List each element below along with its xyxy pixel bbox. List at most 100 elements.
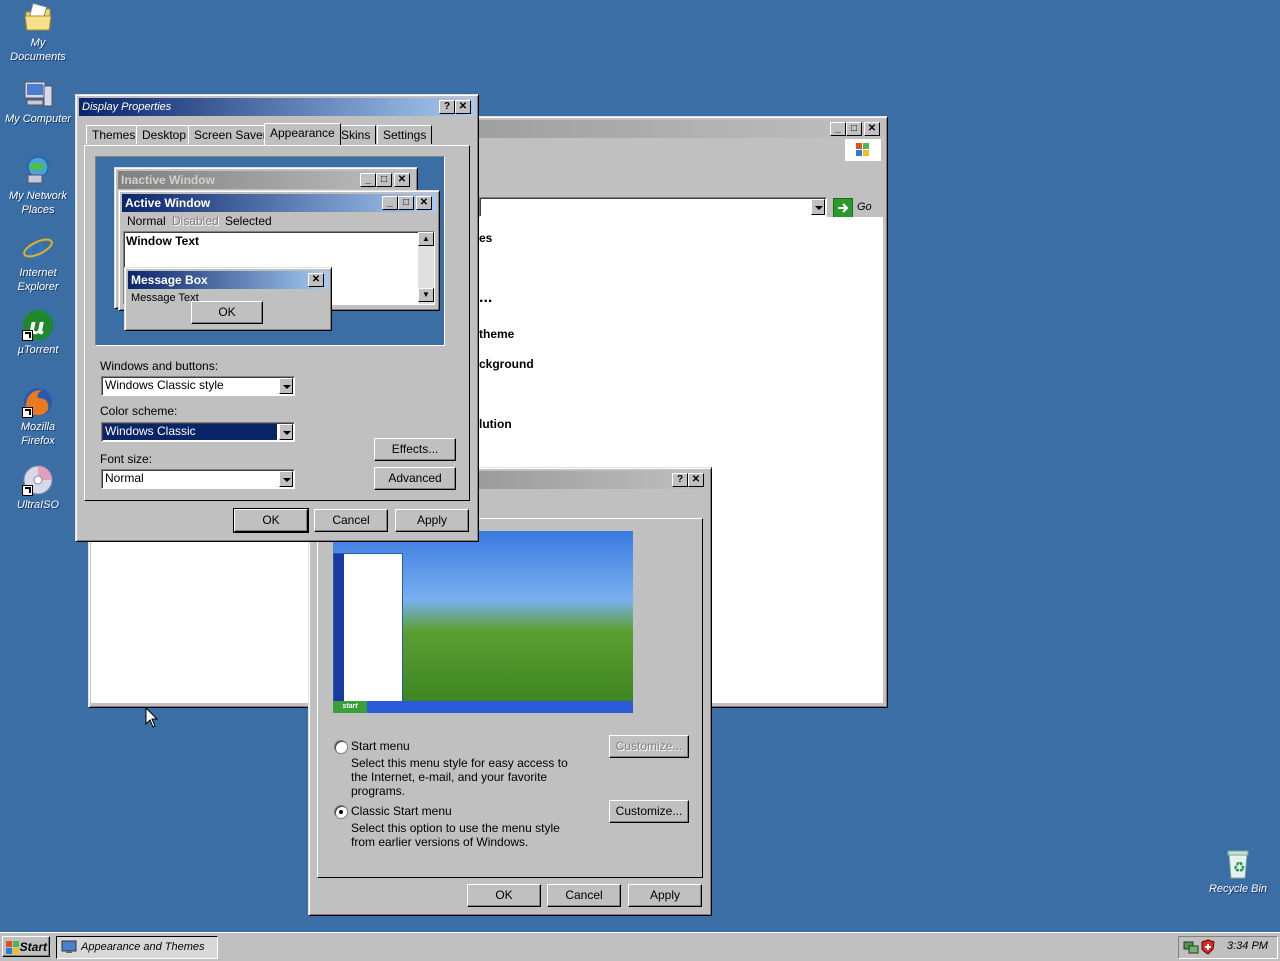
preview-scrollbar: ▲ ▼ <box>418 232 434 304</box>
preview-menu-disabled: Disabled <box>172 214 219 228</box>
close-button[interactable]: ✕ <box>688 473 704 487</box>
tab-appearance[interactable]: Appearance <box>264 123 341 145</box>
tab-strip: Themes Desktop Screen Saver Appearance S… <box>86 123 466 145</box>
preview-menu-sidebar <box>334 554 344 702</box>
recycle-bin-icon: ♻ <box>1222 848 1254 880</box>
task-link[interactable]: es <box>479 231 492 245</box>
internet-explorer-icon: e <box>22 232 54 267</box>
cancel-button[interactable]: Cancel <box>547 884 621 907</box>
maximize-button[interactable]: □ <box>846 122 862 136</box>
preview-message-box-titlebar: Message Box ✕ <box>128 271 328 289</box>
close-icon: ✕ <box>308 273 324 287</box>
help-button[interactable]: ? <box>439 100 455 114</box>
appearance-preview: Inactive Window _ □ ✕ Active Window _ □ … <box>95 156 445 346</box>
desktop-icon-recycle-bin[interactable]: ♻ Recycle Bin <box>1200 848 1276 896</box>
desktop-icon-firefox[interactable]: Mozilla Firefox <box>0 386 76 448</box>
preview-inactive-titlebar: Inactive Window _ □ ✕ <box>118 171 414 189</box>
go-label[interactable]: Go <box>857 201 872 213</box>
shortcut-arrow-icon <box>22 330 33 341</box>
desktop-icon-my-documents[interactable]: My Documents <box>0 2 76 64</box>
firefox-icon <box>22 386 54 418</box>
start-button[interactable]: Start <box>2 936 50 957</box>
preview-ok-button: OK <box>191 301 263 324</box>
classic-start-menu-radio[interactable] <box>334 805 348 819</box>
radio-dot <box>339 810 343 814</box>
effects-button[interactable]: Effects... <box>374 438 456 461</box>
apply-button[interactable]: Apply <box>395 509 469 532</box>
desktop-icon-ultraiso[interactable]: UltraISO <box>0 464 76 512</box>
font-size-value: Normal <box>105 471 144 485</box>
close-icon: ✕ <box>416 196 432 210</box>
go-arrow-icon[interactable] <box>833 198 853 218</box>
desktop-icon-my-computer[interactable]: My Computer <box>0 78 76 126</box>
advanced-button[interactable]: Advanced <box>374 467 456 490</box>
task-link[interactable]: lution <box>479 417 512 431</box>
chevron-down-icon[interactable] <box>279 471 293 487</box>
desktop-icon-label: My Computer <box>4 113 72 125</box>
section-heading: ... <box>479 289 493 306</box>
desktop-icon-label: Recycle Bin <box>1208 883 1268 895</box>
task-link[interactable]: ckground <box>479 357 534 371</box>
start-menu-tab-page: start Start menu Select this menu style … <box>317 518 703 878</box>
scroll-up-icon: ▲ <box>418 232 434 246</box>
chevron-down-icon[interactable] <box>811 199 825 215</box>
desktop-icon-my-network[interactable]: My Network Places <box>0 155 76 217</box>
taskbar-task-appearance[interactable]: Appearance and Themes <box>56 936 218 959</box>
windows-logo-area <box>845 139 881 161</box>
maximize-icon: □ <box>398 196 414 210</box>
shortcut-arrow-icon <box>22 407 33 418</box>
address-combo[interactable] <box>479 197 827 217</box>
mouse-cursor-icon <box>145 707 159 728</box>
ok-button[interactable]: OK <box>233 508 309 533</box>
customize-start-menu-button[interactable]: Customize... <box>609 735 689 758</box>
task-label: Appearance and Themes <box>81 941 205 953</box>
close-button[interactable]: ✕ <box>455 100 471 114</box>
classic-start-menu-label[interactable]: Classic Start menu <box>351 804 452 818</box>
security-shield-icon[interactable] <box>1201 939 1215 955</box>
minimize-button[interactable]: _ <box>830 122 846 136</box>
windows-flag-icon <box>856 143 869 156</box>
windows-buttons-value: Windows Classic style <box>105 378 224 392</box>
windows-buttons-select[interactable]: Windows Classic style <box>101 376 295 396</box>
preview-start-menu-panel <box>333 553 403 703</box>
start-menu-label[interactable]: Start menu <box>351 739 410 753</box>
chevron-down-icon[interactable] <box>279 378 293 394</box>
preview-window-text: Window Text <box>126 234 199 248</box>
folder-icon <box>22 2 54 34</box>
close-button[interactable]: ✕ <box>864 122 880 136</box>
start-menu-radio[interactable] <box>334 740 348 754</box>
network-tray-icon[interactable] <box>1183 940 1199 954</box>
disc-icon <box>22 464 54 496</box>
desktop-icon-label: µTorrent <box>17 344 59 356</box>
utorrent-icon: µ <box>22 309 54 341</box>
tab-skins[interactable]: Skins <box>335 125 377 144</box>
color-scheme-value: Windows Classic <box>105 424 196 438</box>
windows-flag-icon <box>6 941 19 954</box>
maximize-icon: □ <box>376 173 392 187</box>
task-link[interactable]: theme <box>479 327 514 341</box>
customize-classic-menu-button[interactable]: Customize... <box>609 800 689 823</box>
display-properties-titlebar: Display Properties ? ✕ <box>79 98 475 116</box>
start-label: Start <box>19 940 47 954</box>
start-menu-preview: start <box>333 531 633 713</box>
tab-screen-saver[interactable]: Screen Saver <box>188 125 273 144</box>
preview-menu-normal: Normal <box>127 214 166 228</box>
clock[interactable]: 3:34 PM <box>1227 940 1268 952</box>
tab-themes[interactable]: Themes <box>86 125 142 144</box>
font-size-select[interactable]: Normal <box>101 469 295 489</box>
apply-button[interactable]: Apply <box>628 884 702 907</box>
help-button[interactable]: ? <box>672 473 688 487</box>
taskbar: Start Appearance and Themes 3:34 PM <box>0 932 1280 961</box>
chevron-down-icon[interactable] <box>279 424 293 440</box>
shortcut-arrow-icon <box>22 485 33 496</box>
window-title: Display Properties <box>82 101 172 113</box>
tab-desktop[interactable]: Desktop <box>136 125 193 144</box>
tab-settings[interactable]: Settings <box>377 125 433 144</box>
desktop-icon-internet-explorer[interactable]: e Internet Explorer <box>0 232 76 294</box>
ok-button[interactable]: OK <box>467 884 541 907</box>
cancel-button[interactable]: Cancel <box>314 509 388 532</box>
color-scheme-select[interactable]: Windows Classic <box>101 422 295 442</box>
desktop-icon-utorrent[interactable]: µ µTorrent <box>0 309 76 357</box>
desktop-icon-label: UltraISO <box>16 499 60 511</box>
system-tray: 3:34 PM <box>1178 936 1278 959</box>
